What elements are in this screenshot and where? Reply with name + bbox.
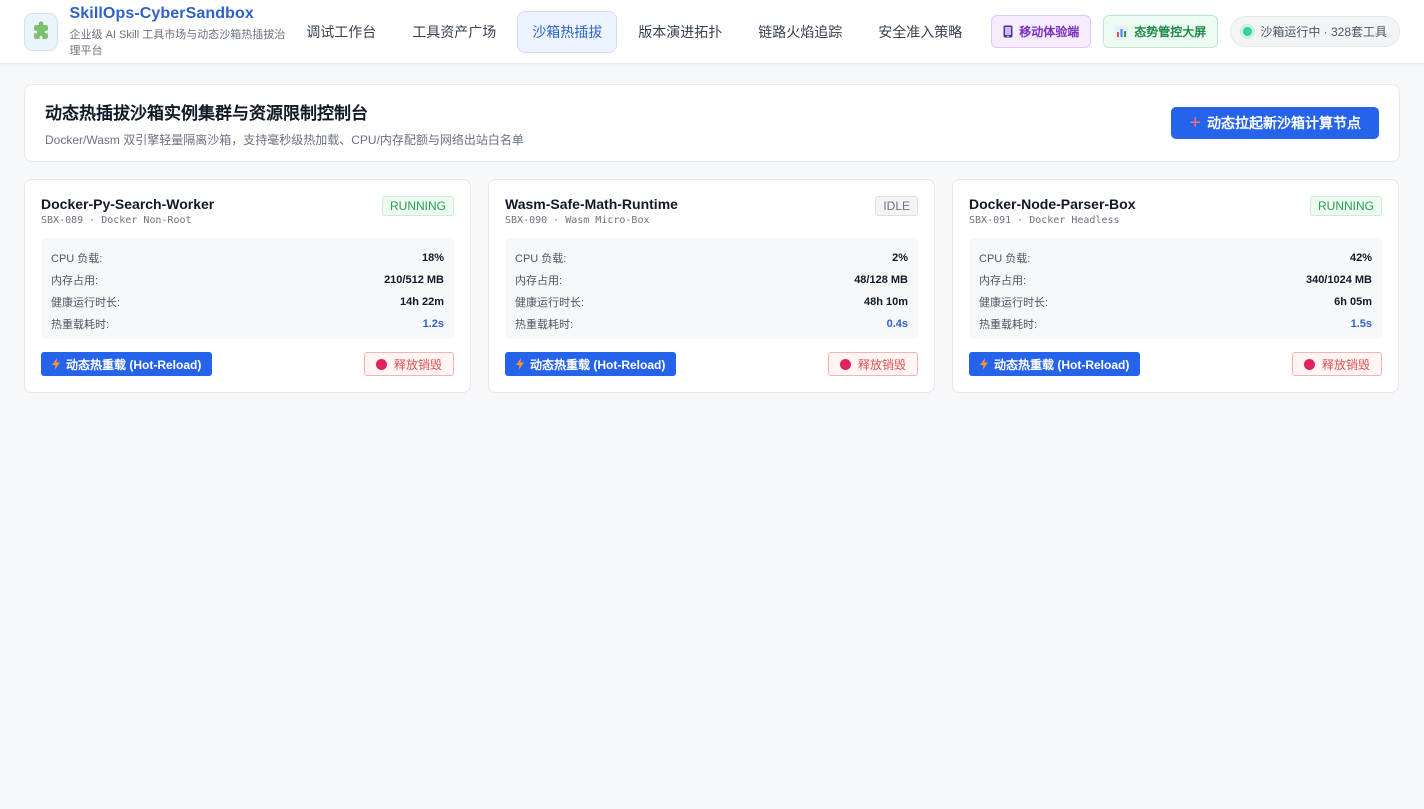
- uptime-label: 健康运行时长:: [51, 297, 121, 309]
- lightning-icon: [52, 358, 60, 370]
- sandbox-name: Docker-Py-Search-Worker: [41, 196, 215, 212]
- page-subtitle: Docker/Wasm 双引擎轻量隔离沙箱，支持毫秒级热加载、CPU/内存配额与…: [45, 132, 524, 147]
- destroy-label: 释放销毁: [393, 357, 442, 372]
- hot-reload-label: 动态热重载 (Hot-Reload): [66, 357, 202, 372]
- sandbox-card: Docker-Node-Parser-Box SBX-091 · Docker …: [952, 179, 1399, 393]
- status-badge: RUNNING: [382, 196, 454, 216]
- sandbox-meta: SBX-090 · Wasm Micro-Box: [505, 215, 650, 226]
- situation-screen-button[interactable]: 态势管控大屏: [1103, 15, 1219, 48]
- destroy-button[interactable]: 释放销毁: [1291, 352, 1382, 376]
- cpu-value: 18%: [421, 252, 444, 264]
- nav-tab-version-topology[interactable]: 版本演进拓扑: [623, 11, 737, 53]
- nav-tab-tool-marketplace[interactable]: 工具资产广场: [397, 11, 511, 53]
- record-dot-icon: [1303, 358, 1315, 370]
- reload-time-value: 1.2s: [422, 318, 444, 330]
- situation-screen-label: 态势管控大屏: [1134, 25, 1207, 39]
- top-navigation-bar: SkillOps-CyberSandbox 企业级 AI Skill 工具市场与…: [0, 0, 1424, 64]
- destroy-label: 释放销毁: [857, 357, 906, 372]
- sandbox-meta: SBX-089 · Docker Non-Root: [41, 215, 192, 226]
- sandbox-card: Wasm-Safe-Math-Runtime SBX-090 · Wasm Mi…: [488, 179, 935, 393]
- destroy-label: 释放销毁: [1321, 357, 1370, 372]
- metrics-block: CPU 负载: 42% 内存占用: 340/1024 MB 健康运行时长: 6h 05…: [969, 238, 1382, 339]
- memory-label: 内存占用:: [51, 275, 99, 287]
- sandbox-card: Docker-Py-Search-Worker SBX-089 · Docker…: [24, 179, 471, 393]
- sandbox-card-list: Docker-Py-Search-Worker SBX-089 · Docker…: [24, 179, 1400, 393]
- lightning-icon: [980, 358, 988, 370]
- phone-icon: [1003, 25, 1013, 38]
- reload-time-value: 0.4s: [886, 318, 908, 330]
- status-badge: RUNNING: [1310, 196, 1382, 216]
- cpu-label: CPU 负载:: [51, 253, 103, 265]
- mobile-experience-button[interactable]: 移动体验端: [991, 15, 1092, 48]
- record-dot-icon: [839, 358, 851, 370]
- sandbox-meta: SBX-091 · Docker Headless: [969, 215, 1120, 226]
- main-nav: 调试工作台 工具资产广场 沙箱热插拔 版本演进拓扑 链路火焰追踪 安全准入策略: [291, 10, 983, 53]
- brand-title: SkillOps-CyberSandbox: [69, 5, 254, 22]
- metrics-block: CPU 负载: 18% 内存占用: 210/512 MB 健康运行时长: 14h 22…: [41, 238, 454, 339]
- reload-time-value: 1.5s: [1350, 318, 1372, 330]
- console-header-panel: 动态热插拔沙箱实例集群与资源限制控制台 Docker/Wasm 双引擎轻量隔离沙…: [24, 84, 1400, 162]
- uptime-value: 14h 22m: [399, 296, 444, 308]
- hot-reload-label: 动态热重载 (Hot-Reload): [530, 357, 666, 372]
- mobile-experience-label: 移动体验端: [1019, 25, 1080, 39]
- hot-reload-button[interactable]: 动态热重载 (Hot-Reload): [41, 352, 213, 376]
- nav-tab-sandbox-hotplug[interactable]: 沙箱热插拔: [517, 10, 618, 53]
- memory-label: 内存占用:: [979, 275, 1027, 287]
- create-sandbox-button[interactable]: + 动态拉起新沙箱计算节点: [1171, 107, 1379, 139]
- uptime-label: 健康运行时长:: [515, 297, 585, 309]
- memory-value: 210/512 MB: [384, 274, 444, 286]
- record-dot-icon: [375, 358, 387, 370]
- status-dot-icon: [1243, 27, 1253, 36]
- hot-reload-label: 动态热重载 (Hot-Reload): [994, 357, 1130, 372]
- memory-value: 48/128 MB: [854, 274, 908, 286]
- status-badge: IDLE: [875, 196, 918, 216]
- memory-label: 内存占用:: [515, 275, 563, 287]
- reload-time-label: 热重载耗时:: [515, 319, 574, 331]
- destroy-button[interactable]: 释放销毁: [363, 352, 454, 376]
- memory-value: 340/1024 MB: [1305, 274, 1372, 286]
- uptime-value: 6h 05m: [1334, 296, 1372, 308]
- cpu-value: 2%: [892, 252, 908, 264]
- main-content: 动态热插拔沙箱实例集群与资源限制控制台 Docker/Wasm 双引擎轻量隔离沙…: [0, 64, 1424, 413]
- sandbox-status-badge: 沙箱运行中 · 328套工具: [1230, 16, 1400, 47]
- cpu-label: CPU 负载:: [979, 253, 1031, 265]
- nav-tab-debug-workbench[interactable]: 调试工作台: [291, 11, 391, 53]
- uptime-label: 健康运行时长:: [979, 297, 1049, 309]
- nav-tab-flame-tracing[interactable]: 链路火焰追踪: [743, 11, 857, 53]
- brand[interactable]: SkillOps-CyberSandbox 企业级 AI Skill 工具市场与…: [24, 5, 287, 58]
- sandbox-name: Docker-Node-Parser-Box: [969, 196, 1136, 212]
- brand-subtitle: 企业级 AI Skill 工具市场与动态沙箱热插拔治理平台: [69, 29, 286, 57]
- bar-chart-icon: [1115, 25, 1129, 38]
- plus-icon: +: [1189, 112, 1201, 134]
- sandbox-name: Wasm-Safe-Math-Runtime: [505, 196, 678, 212]
- metrics-block: CPU 负载: 2% 内存占用: 48/128 MB 健康运行时长: 48h 10m …: [505, 238, 918, 339]
- hot-reload-button[interactable]: 动态热重载 (Hot-Reload): [969, 352, 1141, 376]
- puzzle-icon: [24, 12, 58, 51]
- reload-time-label: 热重载耗时:: [979, 319, 1038, 331]
- lightning-icon: [516, 358, 524, 370]
- uptime-value: 48h 10m: [863, 296, 908, 308]
- sandbox-status-text: 沙箱运行中 · 328套工具: [1260, 25, 1387, 39]
- cpu-label: CPU 负载:: [515, 253, 567, 265]
- reload-time-label: 热重载耗时:: [51, 319, 110, 331]
- create-sandbox-label: 动态拉起新沙箱计算节点: [1207, 115, 1361, 131]
- cpu-value: 42%: [1349, 252, 1372, 264]
- page-title: 动态热插拔沙箱实例集群与资源限制控制台: [45, 103, 368, 123]
- hot-reload-button[interactable]: 动态热重载 (Hot-Reload): [505, 352, 677, 376]
- nav-tab-security-policy[interactable]: 安全准入策略: [863, 11, 977, 53]
- destroy-button[interactable]: 释放销毁: [827, 352, 918, 376]
